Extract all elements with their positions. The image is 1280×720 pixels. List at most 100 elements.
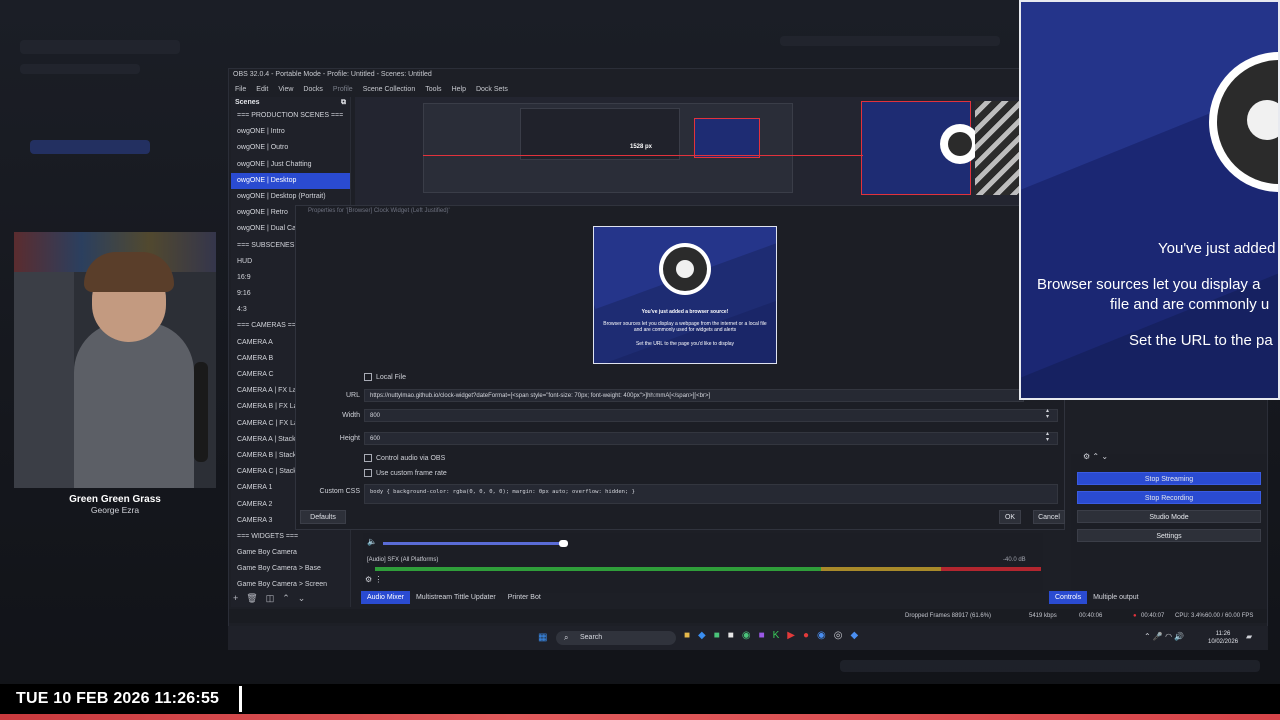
local-file-row[interactable]: Local File	[364, 373, 406, 381]
scene-item[interactable]: Game Boy Camera	[231, 545, 350, 561]
scenes-toolbar: + 🗑 ◫ ⌃ ⌄	[233, 593, 305, 604]
status-bar: Dropped Frames 88917 (61.6%) 5419 kbps 0…	[229, 609, 1267, 623]
defaults-button[interactable]: Defaults	[300, 510, 346, 524]
zoom-heading: You've just added	[1158, 240, 1276, 257]
ok-button[interactable]: OK	[999, 510, 1021, 524]
system-tray-icons[interactable]: ⌃ 🎤 ◠ 🔊	[1144, 632, 1184, 641]
dock-float-icon[interactable]: ⧉	[341, 99, 346, 106]
tab-controls[interactable]: Controls	[1049, 591, 1088, 604]
cpu-usage: CPU: 3.4%	[1175, 613, 1205, 619]
browser-source-box[interactable]	[861, 101, 980, 195]
stream-time: 00:40:06	[1079, 613, 1103, 619]
control-audio-label: Control audio via OBS	[376, 454, 446, 462]
windows-start-icon[interactable]: ▦	[538, 632, 547, 643]
width-field[interactable]: 800	[364, 409, 1058, 422]
filter-icon[interactable]: ◫	[266, 593, 275, 604]
mixer-settings-icon[interactable]: ⚙ ⋮	[365, 575, 382, 584]
custom-css-field[interactable]: body { background-color: rgba(0, 0, 0, 0…	[364, 484, 1058, 504]
search-label: Search	[580, 634, 603, 641]
scene-item[interactable]: owgONE | Just Chatting	[231, 157, 350, 173]
speaker-icon[interactable]: 🔈	[367, 537, 377, 546]
tab-audio-mixer[interactable]: Audio Mixer	[361, 591, 410, 604]
search-icon: ⌕	[564, 633, 569, 642]
scene-item[interactable]: owgONE | Desktop	[231, 172, 350, 189]
add-scene-icon[interactable]: +	[233, 593, 238, 604]
browser-source-preview: You've just added a browser source! Brow…	[593, 226, 777, 364]
nested-browser-source	[694, 118, 760, 158]
record-dot-icon: ●	[1133, 613, 1137, 619]
screen: OBS 32.0.4 - Portable Mode - Profile: Un…	[0, 0, 1280, 720]
tab-multistream-title-updater[interactable]: Multistream Tittle Updater	[410, 591, 502, 604]
tab-multiple-output[interactable]: Multiple output	[1087, 591, 1145, 604]
taskbar-clock[interactable]: 11:26 10/02/2026	[1208, 630, 1238, 646]
scene-item[interactable]: owgONE | Desktop (Portrait)	[231, 189, 350, 205]
browser-preview-hint: Set the URL to the page you'd like to di…	[635, 341, 735, 347]
dialog-title: Properties for '[Browser] Clock Widget (…	[308, 208, 450, 214]
zoom-body-2: file and are commonly u	[1110, 296, 1270, 313]
control-audio-row[interactable]: Control audio via OBS	[364, 454, 445, 462]
scene-item[interactable]: Game Boy Camera > Screen	[231, 577, 350, 593]
move-up-icon[interactable]: ⌃	[282, 593, 290, 604]
controls-arrows[interactable]: ⚙ ⌃ ⌄	[1083, 452, 1108, 461]
dimension-label: 1528 px	[630, 144, 653, 150]
menu-view[interactable]: View	[278, 86, 293, 93]
taskbar-date: 10/02/2026	[1208, 639, 1239, 645]
local-file-label: Local File	[376, 373, 406, 381]
settings-button[interactable]: Settings	[1077, 529, 1261, 542]
menu-file[interactable]: File	[235, 86, 246, 93]
remove-scene-icon[interactable]: 🗑	[246, 593, 257, 604]
height-stepper-icon[interactable]: ▴ ▾	[1046, 431, 1049, 443]
properties-dialog: Properties for '[Browser] Clock Widget (…	[295, 205, 1065, 530]
scenes-title: Scenes	[235, 99, 260, 106]
custom-frame-rate-label: Use custom frame rate	[376, 469, 447, 477]
menu-profile[interactable]: Profile	[333, 86, 353, 93]
microphone	[194, 362, 208, 462]
menu-docks[interactable]: Docks	[303, 86, 322, 93]
menu-help[interactable]: Help	[452, 86, 466, 93]
scene-item[interactable]: Game Boy Camera > Base	[231, 561, 350, 577]
menu-dock-sets[interactable]: Dock Sets	[476, 86, 508, 93]
checker-stripes	[975, 101, 1025, 195]
notification-icon[interactable]: ▰	[1246, 632, 1252, 641]
browser-preview-body: Browser sources let you display a webpag…	[603, 321, 767, 333]
zoomed-browser-preview: You've just added Browser sources let yo…	[1019, 0, 1280, 400]
menu-tools[interactable]: Tools	[425, 86, 441, 93]
menu-edit[interactable]: Edit	[256, 86, 268, 93]
nested-preview: 1528 px	[423, 103, 793, 193]
volume-slider-handle[interactable]	[559, 540, 568, 547]
cancel-button[interactable]: Cancel	[1033, 510, 1065, 524]
controls-tabbar: Controls Multiple output	[1049, 591, 1145, 604]
volume-slider[interactable]	[383, 542, 563, 545]
scene-item[interactable]: owgONE | Outro	[231, 140, 350, 156]
now-playing: Green Green Grass George Ezra	[14, 494, 216, 524]
person-silhouette	[74, 322, 194, 488]
audio-mixer: 🔈 [Audio] SFX (All Platforms) -40.0 dB ⚙…	[363, 533, 1043, 593]
control-audio-checkbox[interactable]	[364, 454, 372, 462]
fps: 60.00 / 60.00 FPS	[1205, 613, 1254, 619]
zoom-body-1: Browser sources let you display a	[1037, 276, 1261, 293]
scene-item[interactable]: === WIDGETS ===	[231, 529, 350, 545]
scene-item[interactable]: === PRODUCTION SCENES ===	[231, 108, 350, 124]
url-field[interactable]: https://nuttylmao.github.io/clock-widget…	[364, 389, 1024, 402]
dropped-frames: Dropped Frames 88917 (61.6%)	[905, 613, 992, 619]
taskbar-time: 11:26	[1215, 631, 1231, 637]
local-file-checkbox[interactable]	[364, 373, 372, 381]
menu-scene-collection[interactable]: Scene Collection	[363, 86, 416, 93]
stop-recording-button[interactable]: Stop Recording	[1077, 491, 1261, 504]
move-down-icon[interactable]: ⌄	[298, 593, 306, 604]
height-label: Height	[339, 435, 360, 442]
taskbar-search[interactable]: ⌕ Search	[556, 631, 676, 645]
taskbar-app-icons[interactable]: ■◆■■◉■K▶●◉◎◆	[684, 630, 866, 641]
url-label: URL	[345, 392, 360, 399]
scenes-header: Scenes ⧉	[231, 97, 350, 108]
tab-printer-bot[interactable]: Printer Bot	[502, 591, 547, 604]
custom-frame-rate-checkbox[interactable]	[364, 469, 372, 477]
height-field[interactable]: 600	[364, 432, 1058, 445]
studio-mode-button[interactable]: Studio Mode	[1077, 510, 1261, 523]
mixer-channel-name: [Audio] SFX (All Platforms)	[367, 557, 439, 563]
custom-frame-rate-row[interactable]: Use custom frame rate	[364, 469, 447, 477]
width-stepper-icon[interactable]: ▴ ▾	[1046, 408, 1049, 420]
stop-streaming-button[interactable]: Stop Streaming	[1077, 472, 1261, 485]
webcam-feed	[14, 232, 216, 488]
scene-item[interactable]: owgONE | Intro	[231, 124, 350, 140]
